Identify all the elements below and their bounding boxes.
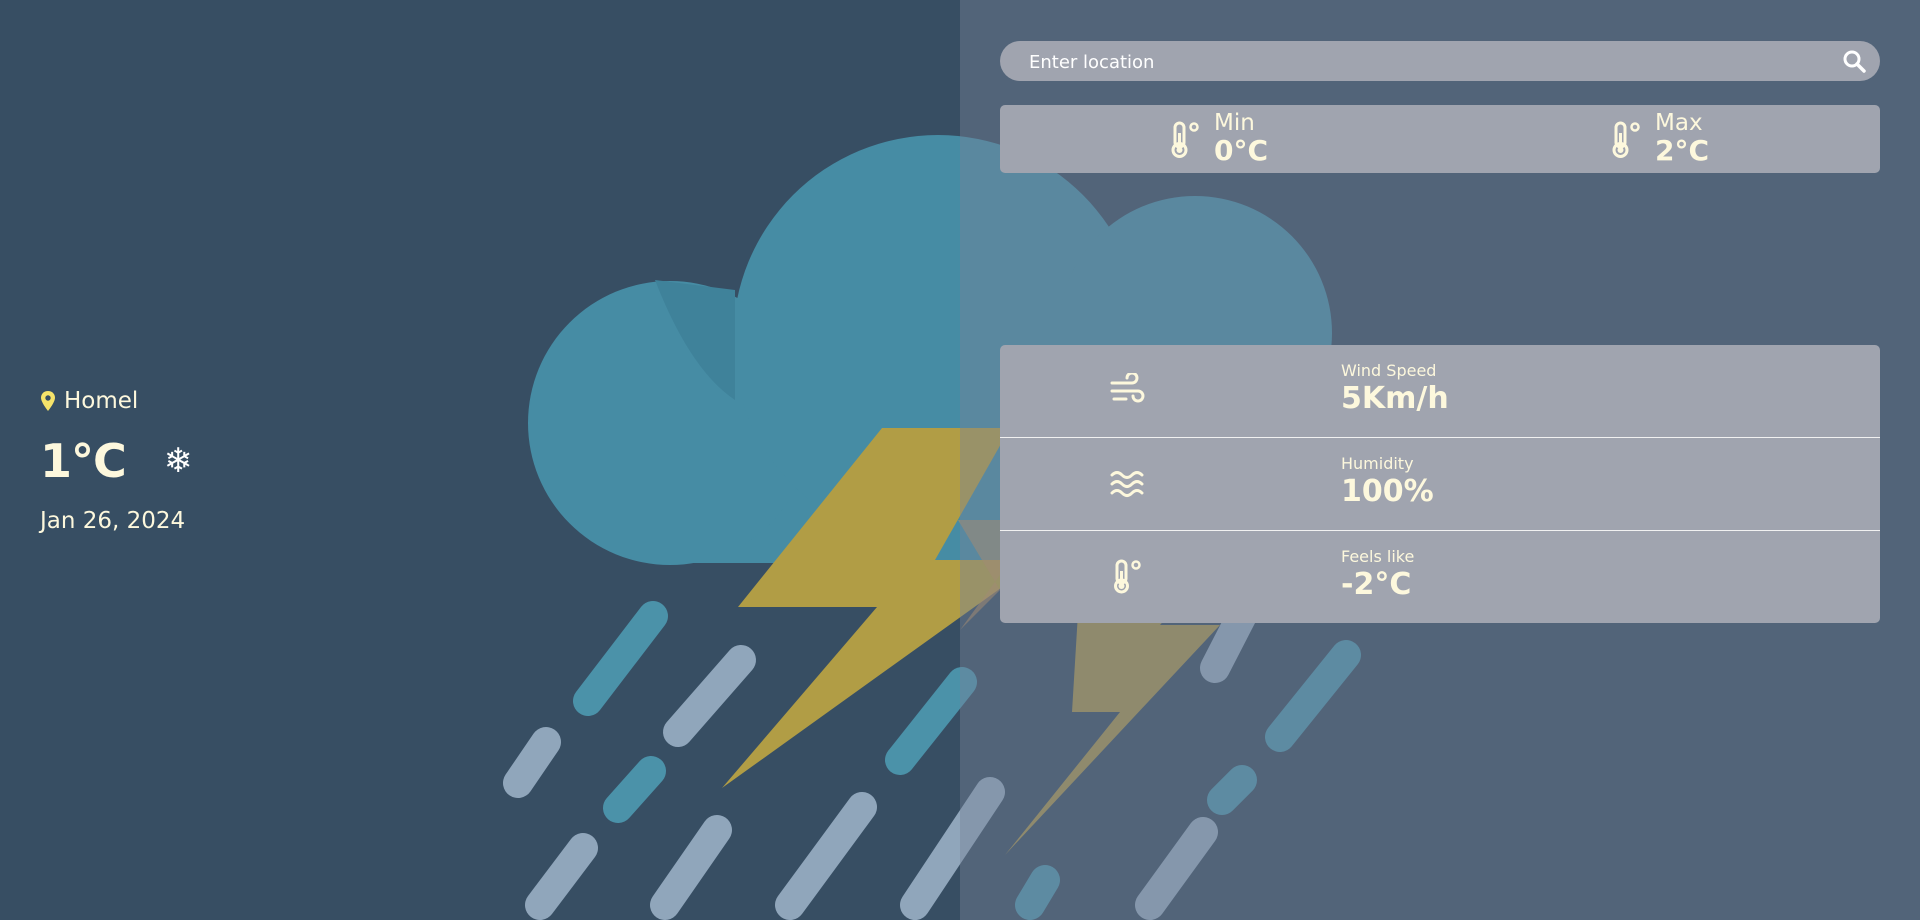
temperature-row: 1°C ❄ — [40, 434, 192, 488]
location-name: Homel — [64, 388, 139, 414]
search-icon — [1843, 50, 1866, 73]
search-bar — [1000, 41, 1880, 83]
max-value: 2°C — [1655, 134, 1710, 168]
location-search-input[interactable] — [1027, 41, 1811, 83]
feels-like-label: Feels like — [1341, 547, 1415, 566]
max-temperature: Max 2°C — [1607, 105, 1709, 173]
feels-like-row: Feels like -2°C — [1000, 531, 1880, 623]
min-label: Min — [1214, 109, 1255, 136]
humidity-waves-icon — [1110, 471, 1144, 497]
humidity-row: Humidity 100% — [1000, 438, 1880, 531]
location-row: Homel — [40, 388, 192, 414]
current-temperature: 1°C — [40, 434, 127, 488]
wind-speed-row: Wind Speed 5Km/h — [1000, 345, 1880, 438]
wind-icon — [1110, 373, 1145, 403]
location-pin-icon — [41, 391, 55, 411]
humidity-label: Humidity — [1341, 454, 1414, 473]
current-date: Jan 26, 2024 — [40, 508, 186, 534]
thermometer-icon — [1171, 121, 1199, 158]
wind-speed-label: Wind Speed — [1341, 361, 1437, 380]
thermometer-icon — [1114, 559, 1141, 594]
feels-like-value: -2°C — [1341, 567, 1412, 602]
weather-details-card: Wind Speed 5Km/h Humidity 100% Feels lik… — [1000, 345, 1880, 623]
min-max-card: Min 0°C Max 2°C — [1000, 105, 1880, 173]
search-button[interactable] — [1842, 49, 1866, 73]
humidity-value: 100% — [1341, 474, 1434, 509]
min-temperature: Min 0°C — [1166, 105, 1268, 173]
snowflake-icon: ❄ — [163, 441, 193, 481]
min-value: 0°C — [1214, 134, 1269, 168]
current-weather: Homel 1°C ❄ Jan 26, 2024 — [40, 388, 192, 534]
thermometer-icon — [1612, 121, 1640, 158]
wind-speed-value: 5Km/h — [1341, 381, 1449, 416]
max-label: Max — [1655, 109, 1703, 136]
